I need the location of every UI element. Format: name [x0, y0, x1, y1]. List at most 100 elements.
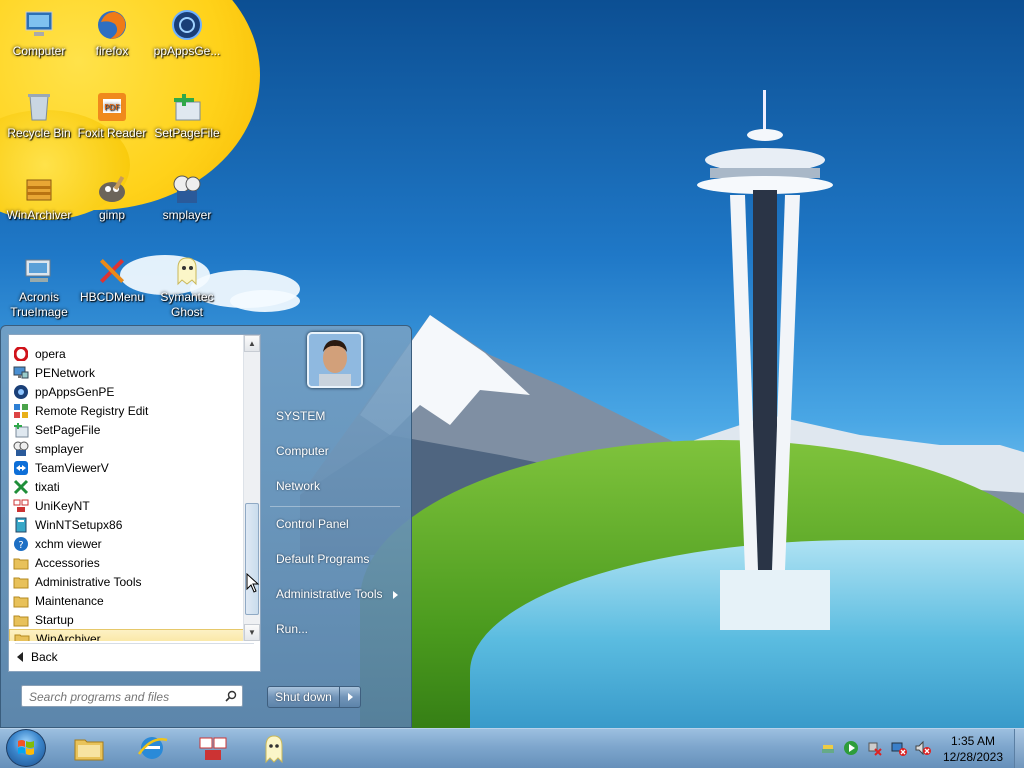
start-item-administrative-tools[interactable]: Administrative Tools — [276, 587, 383, 601]
program-folder-accessories[interactable]: Accessories — [9, 553, 246, 572]
opera-icon — [13, 346, 29, 362]
program-item-tixati[interactable]: tixati — [9, 477, 246, 496]
scroll-down-button[interactable]: ▼ — [244, 624, 260, 641]
taskbar-clock[interactable]: 1:35 AM 12/28/2023 — [938, 733, 1008, 765]
program-label: WinNTSetupx86 — [35, 517, 123, 532]
search-programs-field[interactable] — [21, 685, 243, 707]
program-label: SetPageFile — [35, 422, 101, 437]
program-item-winntsetupx86[interactable]: WinNTSetupx86 — [9, 515, 246, 534]
unikey-taskbar-icon[interactable] — [196, 732, 230, 764]
desktop-icon-smplayer[interactable]: smplayer — [148, 172, 226, 223]
smplayer-icon — [13, 441, 29, 457]
scrollbar-thumb[interactable] — [245, 503, 259, 615]
program-label: PENetwork — [35, 365, 96, 380]
winarchiver-icon — [26, 179, 52, 201]
desktop-icon-setpagefile[interactable]: SetPageFile — [148, 90, 226, 141]
divider — [270, 506, 400, 507]
show-desktop-button[interactable] — [1014, 729, 1024, 768]
program-folder-startup[interactable]: Startup — [9, 610, 246, 629]
start-item-run[interactable]: Run... — [276, 622, 308, 636]
wallpaper-cloud — [230, 290, 300, 312]
desktop-icon-firefox[interactable]: firefox — [73, 8, 151, 59]
svg-text:PDF: PDF — [104, 103, 120, 112]
chevron-right-icon — [347, 693, 353, 701]
recycle-bin-icon — [28, 94, 50, 121]
program-folder-administrative-tools[interactable]: Administrative Tools — [9, 572, 246, 591]
desktop-icon-label: gimp — [98, 208, 125, 222]
tray-volume-muted-icon[interactable] — [915, 740, 931, 756]
desktop-icon-hbcdmenu[interactable]: HBCDMenu — [73, 254, 151, 305]
back-arrow-icon — [17, 652, 23, 662]
start-item-network[interactable]: Network — [276, 479, 320, 493]
start-button[interactable] — [6, 729, 46, 767]
xchm-icon: ? — [13, 536, 29, 552]
user-photo-icon — [309, 334, 361, 386]
desktop-icon-computer[interactable]: Computer — [0, 8, 78, 59]
explorer-taskbar-icon[interactable] — [72, 732, 106, 764]
back-button[interactable]: Back — [17, 650, 58, 664]
shutdown-button[interactable]: Shut down — [268, 687, 340, 707]
programs-scrollbar[interactable]: ▲ ▼ — [243, 335, 260, 641]
program-item-teamviewer[interactable]: TeamViewerV — [9, 458, 246, 477]
ppapps-icon — [13, 384, 29, 400]
program-label: Accessories — [35, 555, 100, 570]
desktop-icon-acronis-trueimage[interactable]: Acronis TrueImage — [0, 254, 78, 320]
shutdown-options-button[interactable] — [340, 687, 360, 707]
user-avatar[interactable] — [307, 332, 363, 388]
program-folder-maintenance[interactable]: Maintenance — [9, 591, 246, 610]
program-folder-winarchiver[interactable]: WinArchiver — [9, 629, 246, 641]
ghost-icon — [177, 257, 197, 286]
firefox-icon — [98, 11, 126, 39]
tray-network-error-icon[interactable] — [891, 740, 907, 756]
setpagefile-icon — [174, 94, 201, 121]
start-menu-programs-pane: opera PENetwork ppAppsGenPE Remote Regis… — [8, 334, 261, 672]
ghost-taskbar-icon[interactable] — [257, 732, 291, 764]
gimp-icon — [99, 175, 125, 202]
program-item-unikeynt[interactable]: UniKeyNT — [9, 496, 246, 515]
desktop-icon-gimp[interactable]: gimp — [73, 172, 151, 223]
clock-time: 1:35 AM — [950, 734, 996, 748]
all-programs-list: opera PENetwork ppAppsGenPE Remote Regis… — [9, 335, 246, 641]
tray-remove-hardware-icon[interactable] — [866, 740, 882, 756]
program-item-smplayer[interactable]: smplayer — [9, 439, 246, 458]
desktop-icon-label: Recycle Bin — [7, 126, 71, 140]
foxit-pdf-icon: PDF — [98, 93, 126, 121]
internet-explorer-icon[interactable] — [135, 732, 169, 764]
desktop-icon-symantec-ghost[interactable]: Symantec Ghost — [148, 254, 226, 320]
folder-icon — [13, 593, 29, 609]
desktop-icon-foxit-reader[interactable]: PDF Foxit Reader — [73, 90, 151, 141]
search-input[interactable] — [27, 687, 221, 707]
start-item-user[interactable]: SYSTEM — [276, 409, 325, 423]
program-item-ppappsgenpe[interactable]: ppAppsGenPE — [9, 382, 246, 401]
network-icon — [13, 365, 29, 381]
divider — [15, 643, 254, 644]
tray-layers-icon[interactable] — [820, 740, 836, 756]
desktop-icon-ppappsgenpe[interactable]: ppAppsGe... — [148, 8, 226, 59]
setpagefile-icon — [13, 422, 29, 438]
tray-play-icon[interactable] — [843, 740, 859, 756]
back-label: Back — [31, 650, 58, 664]
program-item-penetwork[interactable]: PENetwork — [9, 363, 246, 382]
shutdown-button-group: Shut down — [267, 686, 361, 708]
tools-icon — [99, 258, 125, 284]
svg-text:?: ? — [18, 540, 23, 551]
start-item-computer[interactable]: Computer — [276, 444, 329, 458]
desktop-icon-label: Foxit Reader — [77, 126, 147, 140]
folder-icon — [14, 631, 30, 641]
desktop-icon-recycle-bin[interactable]: Recycle Bin — [0, 90, 78, 141]
desktop-icon-winarchiver[interactable]: WinArchiver — [0, 172, 78, 223]
start-menu: opera PENetwork ppAppsGenPE Remote Regis… — [0, 325, 412, 728]
program-item-xchm-viewer[interactable]: ? xchm viewer — [9, 534, 246, 553]
program-item-remote-registry-edit[interactable]: Remote Registry Edit — [9, 401, 246, 420]
start-item-control-panel[interactable]: Control Panel — [276, 517, 349, 531]
windows-logo-icon — [18, 740, 34, 755]
computer-icon — [25, 11, 53, 36]
desktop-icon-label: ppAppsGe... — [153, 44, 221, 58]
program-item-setpagefile[interactable]: SetPageFile — [9, 420, 246, 439]
search-icon — [225, 690, 237, 702]
submenu-arrow-icon — [393, 591, 398, 599]
start-item-default-programs[interactable]: Default Programs — [276, 552, 369, 566]
scroll-up-button[interactable]: ▲ — [244, 335, 260, 352]
folder-icon — [13, 555, 29, 571]
program-item-opera[interactable]: opera — [9, 344, 246, 363]
